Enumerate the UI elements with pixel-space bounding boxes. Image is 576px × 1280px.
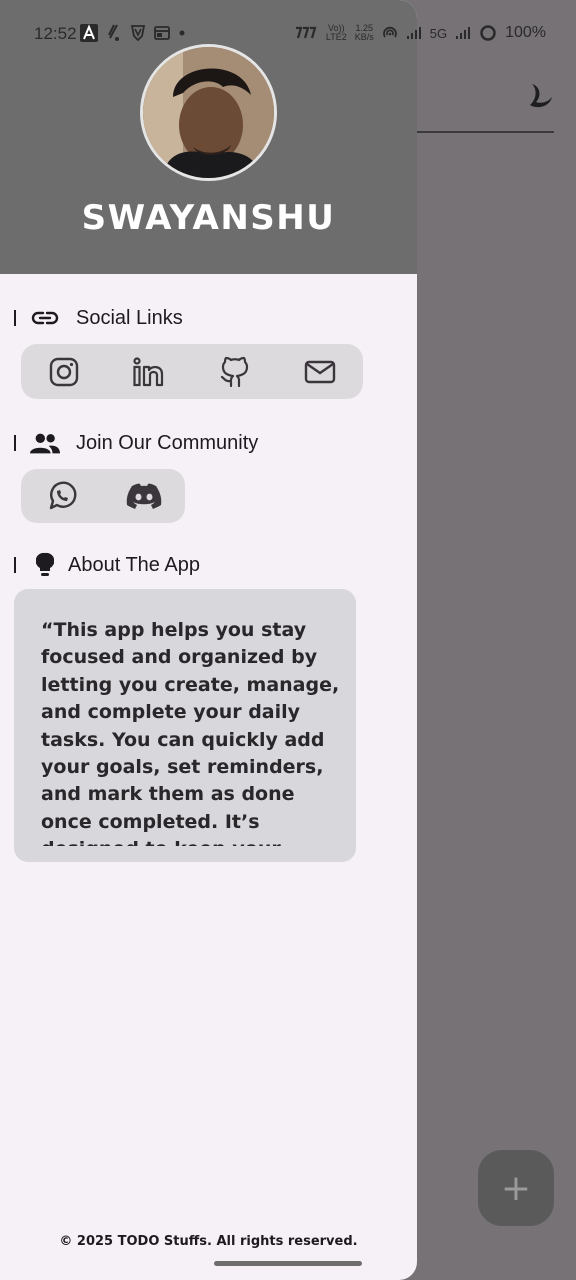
social-links-bar: [21, 344, 363, 399]
people-icon: [30, 428, 60, 458]
section-bar: [14, 435, 16, 451]
section-bar: [14, 557, 16, 573]
whatsapp-button[interactable]: [21, 469, 103, 523]
status-bar: 12:52 Vo)) LTE2 1.25 KB/s 5G 100%: [0, 0, 576, 68]
status-time: 12:52: [34, 24, 77, 43]
email-button[interactable]: [278, 344, 364, 399]
about-card[interactable]: “This app helps you stay focused and org…: [14, 589, 356, 862]
social-links-heading: Social Links: [14, 303, 183, 333]
community-title: Join Our Community: [76, 431, 259, 454]
instagram-button[interactable]: [21, 344, 107, 399]
home-indicator[interactable]: [214, 1261, 362, 1266]
volte-icon: [295, 26, 317, 39]
github-button[interactable]: [192, 344, 278, 399]
section-bar: [14, 310, 16, 326]
signal-2-icon: [456, 27, 471, 39]
lightbulb-icon: [30, 550, 60, 580]
user-name: SWAYANSHU: [81, 198, 336, 238]
mail-icon: [305, 360, 336, 383]
copyright-footer: © 2025 TODO Stuffs. All rights reserved.: [59, 1234, 358, 1249]
status-notification-icons: [80, 24, 186, 42]
status-system-icons: Vo)) LTE2 1.25 KB/s 5G 100%: [294, 24, 546, 42]
navigation-drawer: SWAYANSHU Social Links Join Our Communit…: [0, 0, 417, 1280]
network-type: 5G: [429, 25, 448, 41]
plus-icon: +: [500, 1167, 532, 1209]
moon-icon[interactable]: [524, 80, 554, 110]
battery-level: 100%: [505, 24, 546, 41]
about-text: “This app helps you stay focused and org…: [41, 619, 340, 846]
linkedin-icon: [133, 356, 164, 386]
hotspot-icon: [382, 26, 397, 38]
community-heading: Join Our Community: [14, 428, 258, 458]
about-heading: About The App: [14, 550, 200, 580]
net-speed: 1.25 KB/s: [354, 23, 374, 42]
linkedin-button[interactable]: [107, 344, 193, 399]
cricket-icon: [108, 24, 119, 41]
github-icon: [220, 356, 248, 387]
social-links-title: Social Links: [76, 306, 183, 329]
instagram-icon: [49, 357, 78, 386]
shield-v-icon: [130, 25, 146, 42]
volte-label: Vo)) LTE2: [325, 23, 347, 42]
community-links-bar: [21, 469, 185, 523]
add-task-button[interactable]: +: [478, 1150, 554, 1226]
app-bar-divider: [417, 131, 554, 133]
discord-button[interactable]: [103, 469, 185, 523]
signal-icon: [406, 27, 421, 39]
browser-icon: [154, 26, 170, 40]
whatsapp-icon: [49, 481, 77, 510]
battery-icon: [480, 25, 496, 41]
link-icon: [30, 303, 60, 333]
app-a-icon: [80, 24, 98, 42]
about-title: About The App: [68, 553, 200, 576]
dot-icon: [179, 30, 185, 36]
discord-icon: [126, 483, 162, 509]
